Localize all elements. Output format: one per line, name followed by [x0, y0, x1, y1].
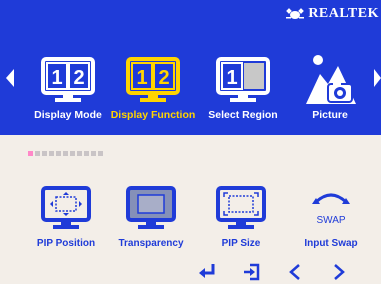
- menu-item-display-function[interactable]: 1 2 Display Function: [111, 52, 195, 122]
- display-mode-icon: 1 2: [41, 57, 95, 102]
- menu-right-arrow-icon[interactable]: [374, 69, 381, 87]
- panel-number: 1: [51, 67, 62, 89]
- left-arrow-icon[interactable]: [288, 263, 302, 281]
- logo-text: REALTEK: [308, 6, 379, 21]
- crab-logo-icon: [286, 7, 305, 19]
- page-dot: [56, 151, 61, 156]
- page-dot: [98, 151, 103, 156]
- menu-item-picture[interactable]: Picture: [300, 52, 360, 122]
- realtek-logo: REALTEK: [285, 6, 379, 22]
- menu-item-label: Picture: [312, 109, 348, 121]
- page-indicator: [28, 143, 105, 156]
- input-swap-icon: SWAP: [312, 193, 350, 226]
- panel-number: 1: [226, 67, 237, 89]
- transparency-icon: [126, 186, 176, 229]
- menu-item-select-region[interactable]: 1 Select Region: [208, 52, 278, 122]
- select-region-icon: 1: [216, 57, 270, 102]
- page-dot: [91, 151, 96, 156]
- sub-item-pip-size[interactable]: PIP Size: [211, 186, 271, 252]
- picture-icon: [306, 55, 356, 104]
- page-dot: [49, 151, 54, 156]
- panel-number: 2: [73, 67, 84, 89]
- exit-icon[interactable]: [242, 263, 260, 281]
- display-function-icon: 1 2: [126, 57, 180, 102]
- page-dot: [84, 151, 89, 156]
- enter-icon[interactable]: [198, 263, 216, 279]
- page-dot: [42, 151, 47, 156]
- menu-left-arrow-icon[interactable]: [6, 69, 14, 87]
- page-dot: [70, 151, 75, 156]
- sub-item-transparency[interactable]: Transparency: [118, 186, 184, 252]
- page-dot: [77, 151, 82, 156]
- page-dot: [28, 151, 33, 156]
- swap-text: SWAP: [316, 215, 345, 226]
- sub-item-pip-position[interactable]: PIP Position: [36, 186, 96, 252]
- page-dot: [35, 151, 40, 156]
- page-dot: [63, 151, 68, 156]
- sub-item-input-swap[interactable]: SWAP Input Swap: [301, 186, 361, 252]
- top-menu-bar: REALTEK 1 2 Display Mode 1 2 Display Fun…: [0, 0, 381, 135]
- panel-number: 1: [136, 67, 147, 89]
- panel-number: 2: [158, 67, 169, 89]
- right-arrow-icon[interactable]: [332, 263, 346, 281]
- pip-position-icon: [41, 186, 91, 229]
- menu-item-display-mode[interactable]: 1 2 Display Mode: [34, 52, 102, 122]
- sub-item-label: Input Swap: [304, 238, 358, 249]
- pip-size-icon: [216, 186, 266, 229]
